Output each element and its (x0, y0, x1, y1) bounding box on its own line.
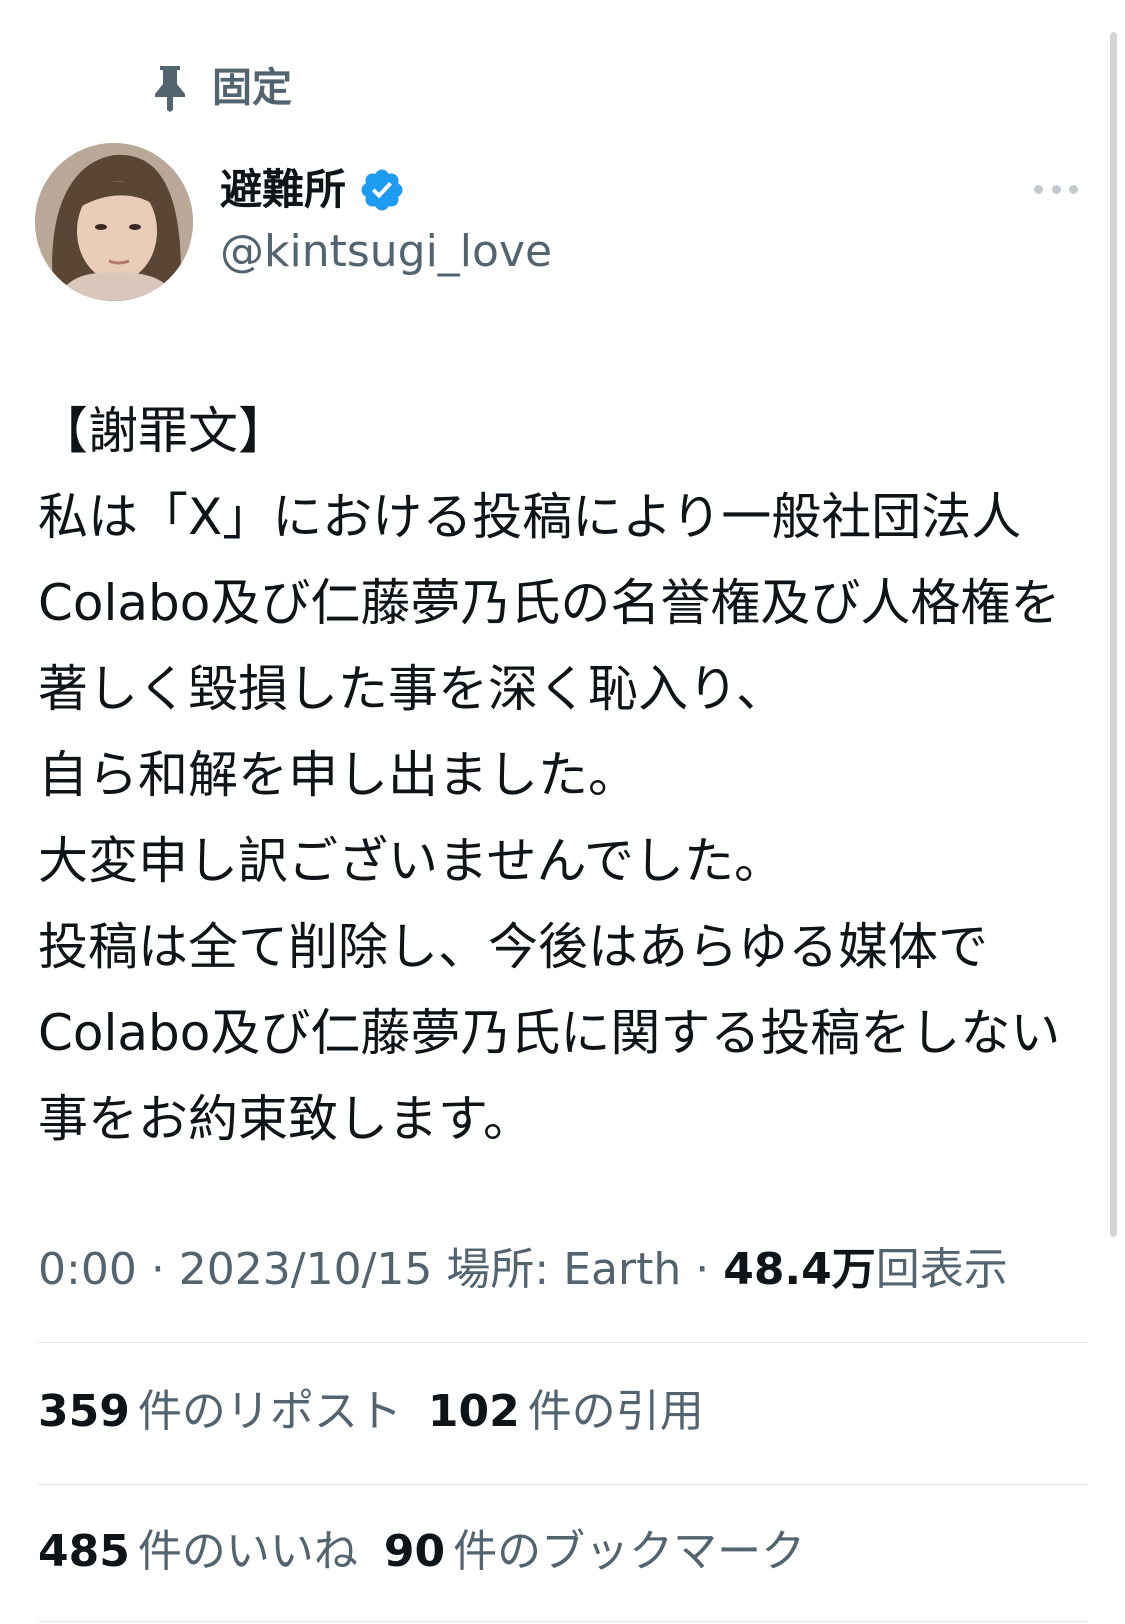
tweet-text: 【謝罪文】 私は「X」における投稿により一般社団法人Colabo及び仁藤夢乃氏の… (38, 402, 1061, 1148)
views-label: 回表示 (875, 1244, 1008, 1295)
reposts-count: 359 (38, 1386, 130, 1437)
likes-label: 件のいいね (137, 1526, 358, 1577)
likes-stat[interactable]: 485 件のいいね (38, 1526, 358, 1577)
verified-badge-icon (361, 169, 403, 211)
stats-row-likes-bookmarks: 485 件のいいね 90 件のブックマーク (38, 1522, 805, 1582)
author-name-row[interactable]: 避難所 (220, 162, 406, 218)
tweet-date[interactable]: 2023/10/15 (179, 1244, 433, 1295)
quotes-stat[interactable]: 102 件の引用 (428, 1386, 704, 1437)
avatar-image (35, 143, 193, 301)
likes-count: 485 (38, 1526, 130, 1577)
divider (38, 1342, 1088, 1343)
quotes-count: 102 (427, 1386, 520, 1437)
more-options-icon[interactable] (1034, 176, 1078, 202)
bookmarks-count: 90 (383, 1526, 446, 1577)
reposts-stat[interactable]: 359 件のリポスト (38, 1386, 402, 1437)
author-handle[interactable]: @kintsugi_love (220, 226, 552, 279)
pinned-indicator: 固定 (150, 62, 292, 114)
tweet-time[interactable]: 0:00 (38, 1244, 137, 1295)
tweet-location: 場所: Earth (446, 1244, 682, 1295)
bookmarks-stat[interactable]: 90 件のブックマーク (384, 1526, 805, 1577)
meta-separator: · (695, 1244, 724, 1295)
divider (38, 1484, 1088, 1485)
author-display-name[interactable]: 避難所 (220, 169, 346, 211)
pinned-label: 固定 (212, 65, 292, 111)
quotes-label: 件の引用 (527, 1386, 704, 1437)
pin-icon (155, 66, 185, 112)
stats-row-reposts-quotes: 359 件のリポスト 102 件の引用 (38, 1382, 704, 1442)
reposts-label: 件のリポスト (137, 1386, 402, 1437)
scrollbar[interactable] (1110, 32, 1117, 1237)
views-count: 48.4万 (723, 1244, 876, 1295)
meta-separator: · (150, 1244, 179, 1295)
tweet-metadata: 0:00 · 2023/10/15 場所: Earth · 48.4万回表示 (38, 1240, 1008, 1300)
divider (38, 1621, 1088, 1622)
bookmarks-label: 件のブックマーク (453, 1526, 806, 1577)
avatar[interactable] (35, 143, 193, 301)
